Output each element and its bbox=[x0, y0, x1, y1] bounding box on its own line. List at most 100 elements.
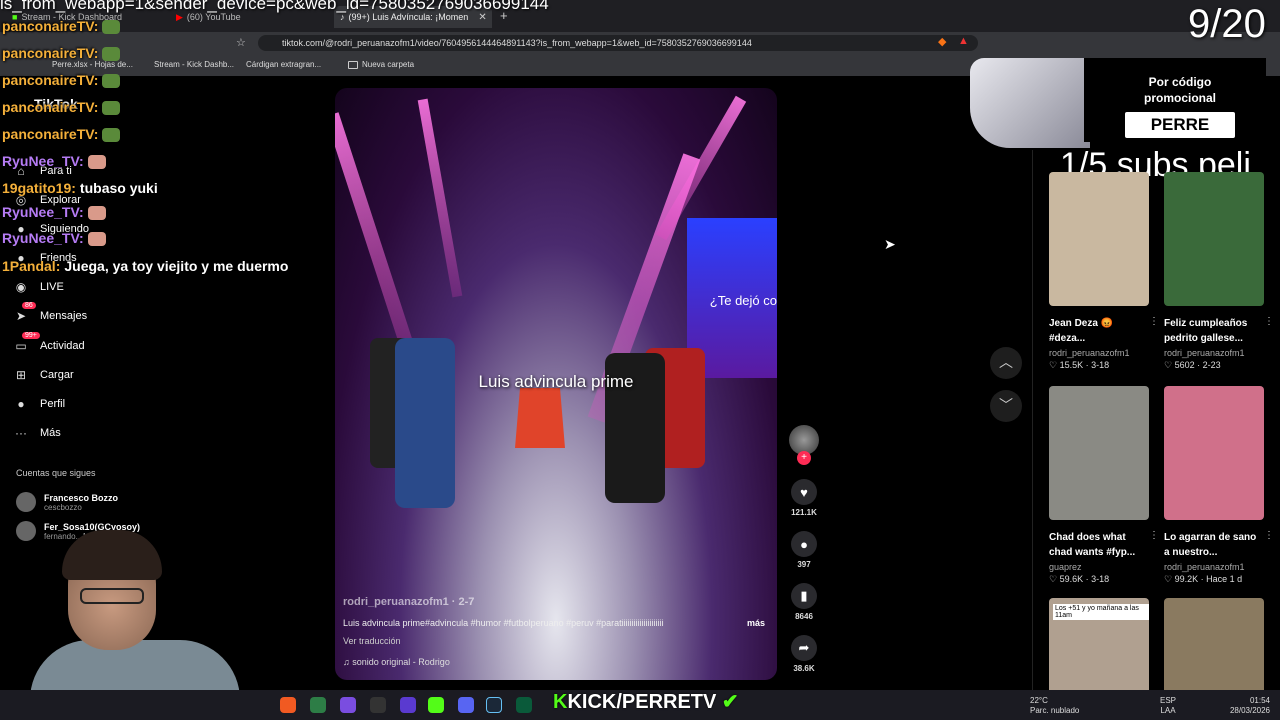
video-thumbnail[interactable] bbox=[1049, 172, 1149, 306]
nav-perfil[interactable]: ● Perfil bbox=[14, 397, 65, 411]
promo-text: Por código promocional bbox=[1143, 75, 1216, 105]
chat-emote-icon bbox=[102, 47, 121, 62]
url-field[interactable]: tiktok.com/@rodri_peruanazofm1/video/760… bbox=[258, 35, 978, 51]
card-author[interactable]: rodri_peruanazofm1 bbox=[1164, 348, 1264, 358]
chevron-down-icon: ﹀ bbox=[999, 397, 1013, 413]
following-item[interactable]: Francesco Bozzo cescbozzo bbox=[16, 492, 118, 512]
nav-mensajes[interactable]: ➤ 86 Mensajes bbox=[14, 302, 87, 323]
bookmark-icon[interactable]: ☆ bbox=[236, 36, 246, 49]
more-options-icon[interactable]: ⋮ bbox=[1149, 316, 1159, 327]
stage-light-beam bbox=[335, 112, 419, 364]
activity-badge: 99+ bbox=[22, 332, 40, 339]
card-meta: ♡ 5602 · 2-23 bbox=[1164, 360, 1221, 370]
chat-message: panconaireTV: bbox=[2, 99, 121, 116]
card-author[interactable]: rodri_peruanazofm1 bbox=[1049, 348, 1149, 358]
heart-icon: ♥ bbox=[791, 479, 817, 505]
chat-username: panconaireTV: bbox=[2, 18, 99, 34]
nav-cargar[interactable]: ⊞ Cargar bbox=[14, 368, 74, 382]
card-author[interactable]: rodri_peruanazofm1 bbox=[1164, 562, 1264, 572]
nav-live[interactable]: ◉ LIVE bbox=[14, 280, 64, 294]
bookmark-nueva-carpeta[interactable]: Nueva carpeta bbox=[348, 60, 414, 69]
brave-shield-icon[interactable]: ◆ bbox=[938, 35, 946, 48]
chat-emote-icon bbox=[102, 20, 121, 35]
video-thumbnail[interactable] bbox=[1049, 386, 1149, 520]
folder-icon bbox=[348, 60, 358, 69]
chat-emote-icon bbox=[87, 155, 106, 170]
chat-username: RyuNee_TV: bbox=[2, 230, 84, 246]
bookmark-cardigan[interactable]: Cárdigan extragran... bbox=[246, 60, 321, 69]
app-taskbar-icon[interactable] bbox=[310, 697, 326, 713]
chat-text: tubaso yuki bbox=[79, 180, 158, 196]
address-bar: ☆ tiktok.com/@rodri_peruanazofm1/video/7… bbox=[0, 32, 1280, 54]
chat-emote-icon bbox=[102, 74, 121, 89]
kick-brand: K bbox=[553, 691, 568, 713]
card-meta: ♡ 99.2K · Hace 1 d bbox=[1164, 574, 1243, 584]
previous-video-button[interactable]: ︿ bbox=[990, 347, 1022, 379]
upload-icon: ⊞ bbox=[15, 368, 27, 382]
save-button[interactable]: ▮ 8646 bbox=[787, 583, 821, 621]
suggested-video-card[interactable]: Jean Deza 😡 #deza... rodri_peruanazofm1 ♡ … bbox=[1049, 172, 1159, 371]
webcam-hair bbox=[62, 530, 162, 580]
video-description: Luis advincula prime#advincula #humor #f… bbox=[343, 618, 664, 628]
creator-avatar-button[interactable]: + bbox=[787, 425, 821, 465]
chat-emote-icon bbox=[102, 101, 121, 116]
rewards-icon[interactable]: ▲ bbox=[958, 35, 969, 47]
share-button[interactable]: ➦ 38.6K bbox=[787, 635, 821, 673]
suggested-video-card[interactable]: Lo agarran de sano a nuestro... rodri_per… bbox=[1164, 386, 1274, 585]
chat-message: 1Pandal: Juega, ya toy viejito y me duerm… bbox=[2, 258, 288, 274]
chat-username: panconaireTV: bbox=[2, 99, 99, 115]
card-title: Feliz cumpleaños pedrito gallese... bbox=[1164, 318, 1248, 344]
more-options-icon[interactable]: ⋮ bbox=[1264, 530, 1274, 541]
messages-icon: ➤ 86 bbox=[14, 302, 36, 323]
kick-taskbar-icon[interactable] bbox=[428, 697, 444, 713]
chat-message: panconaireTV: bbox=[2, 18, 121, 35]
thumbnail-overlay-text: Los +51 y yo mañana a las 11am bbox=[1053, 604, 1149, 620]
video-player[interactable]: ¿Te dejó co Luis advincula prime rodri_p… bbox=[335, 88, 777, 680]
app-taskbar-icon[interactable] bbox=[340, 697, 356, 713]
avatar bbox=[16, 492, 36, 512]
messages-badge: 86 bbox=[22, 302, 36, 309]
following-title: Cuentas que sigues bbox=[16, 468, 96, 478]
suggested-video-card[interactable]: Feliz cumpleaños pedrito gallese... rodri… bbox=[1164, 172, 1274, 371]
webcam-glasses bbox=[80, 588, 144, 604]
app-taskbar-icon[interactable] bbox=[400, 697, 416, 713]
nav-actividad[interactable]: ▭ 99+ Actividad bbox=[14, 332, 85, 353]
more-link[interactable]: más bbox=[747, 618, 765, 628]
steam-taskbar-icon[interactable] bbox=[486, 697, 502, 713]
video-thumbnail[interactable] bbox=[1164, 386, 1264, 520]
more-options-icon[interactable]: ⋮ bbox=[1264, 316, 1274, 327]
card-meta: ♡ 59.6K · 3-18 bbox=[1049, 574, 1110, 584]
chat-username: 19gatito19: bbox=[2, 180, 76, 196]
app-taskbar-icon[interactable] bbox=[516, 697, 532, 713]
chat-username: panconaireTV: bbox=[2, 72, 99, 88]
language-indicator[interactable]: ESP LAA bbox=[1160, 696, 1176, 716]
sound-link[interactable]: ♫ sonido original - Rodrigo bbox=[343, 657, 450, 667]
suggested-video-card[interactable]: Chad does what chad wants #fyp... guaprez… bbox=[1049, 386, 1159, 585]
app-taskbar-icon[interactable] bbox=[370, 697, 386, 713]
stage-light-beam bbox=[417, 98, 463, 298]
more-options-icon[interactable]: ⋮ bbox=[1149, 530, 1159, 541]
next-video-button[interactable]: ﹀ bbox=[990, 390, 1022, 422]
video-thumbnail[interactable] bbox=[1164, 172, 1264, 306]
chat-text: Juega, ya toy viejito y me duermo bbox=[64, 258, 289, 274]
weather-widget[interactable]: 22°C Parc. nublado bbox=[1030, 696, 1079, 716]
chat-emote-icon bbox=[87, 232, 106, 247]
follow-plus-icon[interactable]: + bbox=[797, 451, 811, 465]
video-username[interactable]: rodri_peruanazofm1 · 2-7 bbox=[343, 596, 474, 608]
like-button[interactable]: ♥ 121.1K bbox=[787, 479, 821, 517]
card-author[interactable]: guaprez bbox=[1049, 562, 1149, 572]
music-note-icon: ♫ bbox=[343, 657, 353, 667]
clock[interactable]: 01:54 28/03/2026 bbox=[1226, 696, 1270, 716]
bookmark-icon: ▮ bbox=[791, 583, 817, 609]
discord-taskbar-icon[interactable] bbox=[458, 697, 474, 713]
card-title: Lo agarran de sano a nuestro... bbox=[1164, 532, 1257, 558]
bookmark-kick-dashboard[interactable]: Stream - Kick Dashb... bbox=[154, 60, 234, 69]
nav-mas[interactable]: ··· Más bbox=[14, 426, 61, 440]
chat-message: panconaireTV: bbox=[2, 126, 121, 143]
kick-handle-overlay: KKICK/PERRETV ✔ bbox=[553, 691, 739, 713]
translate-link[interactable]: Ver traducción bbox=[343, 636, 401, 646]
chat-message: RyuNee_TV: bbox=[2, 204, 106, 221]
bookmark-perre-xlsx[interactable]: Perre.xlsx - Hojas de... bbox=[52, 60, 133, 69]
comment-button[interactable]: ● 397 bbox=[787, 531, 821, 569]
brave-taskbar-icon[interactable] bbox=[280, 697, 296, 713]
